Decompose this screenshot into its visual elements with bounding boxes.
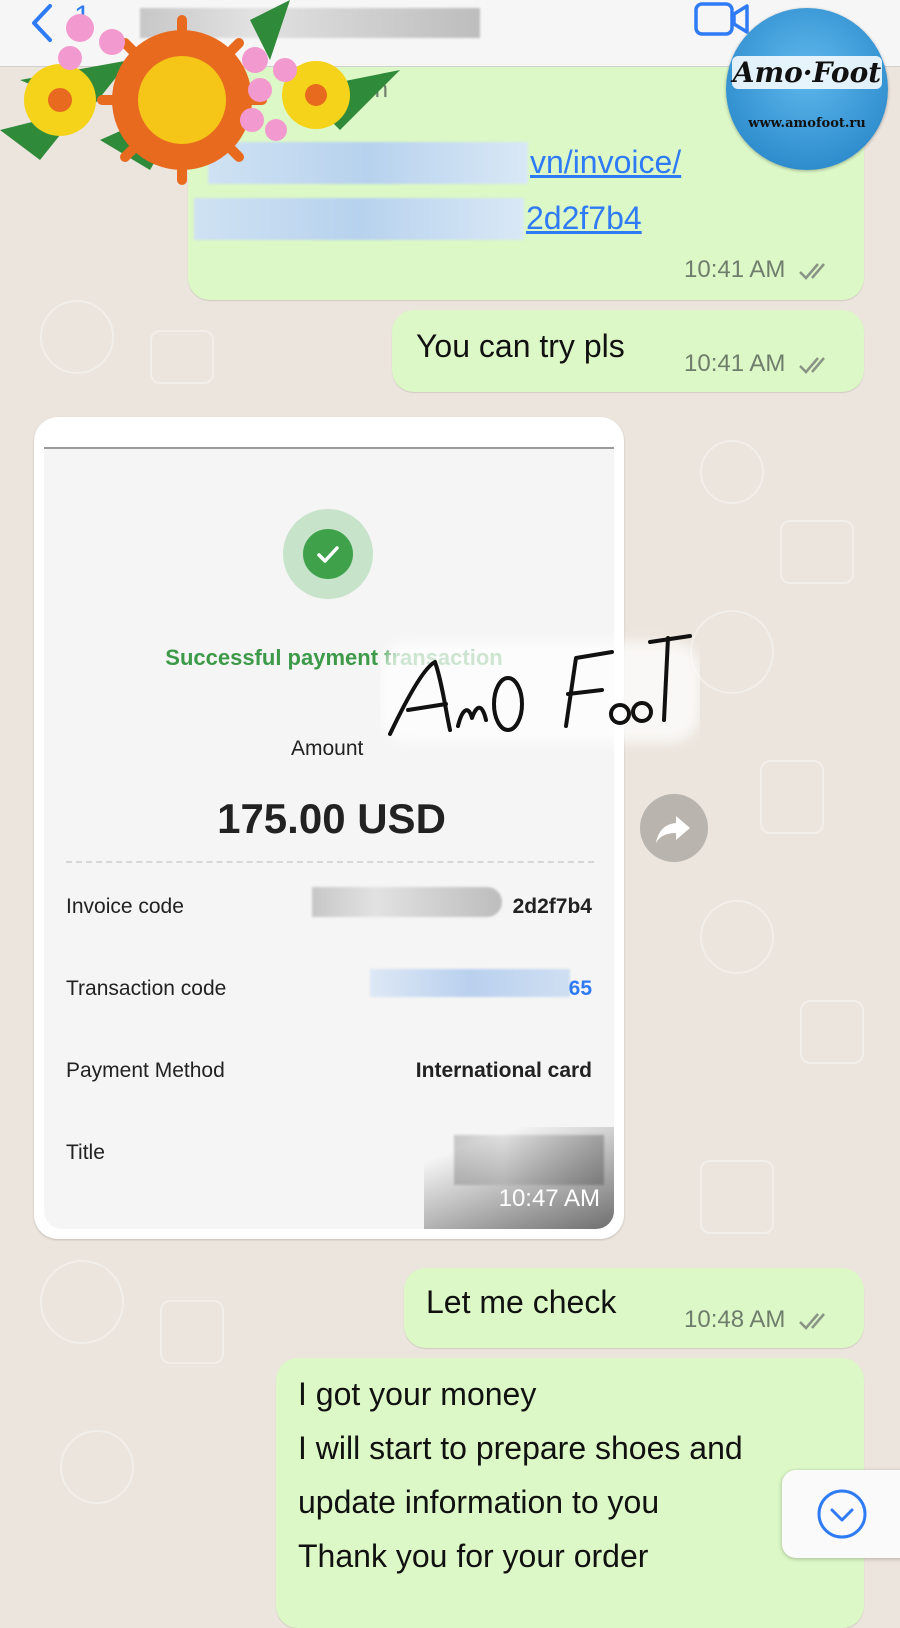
- message-bubble[interactable]: You can try pls 10:41 AM: [392, 310, 864, 392]
- payment-method-label: Payment Method: [66, 1059, 225, 1082]
- invoice-link-line-2[interactable]: 2d2f7b4: [526, 200, 642, 237]
- double-check-icon: [799, 356, 826, 374]
- message-time: 10:47 AM: [498, 1185, 600, 1212]
- message-meta: 10:41 AM: [684, 256, 832, 284]
- logo-title: Amo·Foot: [732, 56, 882, 89]
- success-badge: [283, 509, 373, 599]
- invoice-code-redacted: [312, 887, 502, 917]
- message-time: 10:48 AM: [684, 1306, 786, 1333]
- message-meta: 10:41 AM: [684, 350, 832, 378]
- chevron-down-icon: [817, 1489, 867, 1539]
- title-label: Title: [66, 1141, 105, 1164]
- link-redacted-part: [194, 198, 524, 240]
- invoice-code-value: 2d2f7b4: [512, 895, 592, 918]
- divider: [44, 447, 614, 449]
- image-shade: [424, 1127, 614, 1229]
- message-bubble[interactable]: Let me check 10:48 AM: [404, 1268, 864, 1348]
- transaction-code-redacted: [370, 969, 570, 997]
- double-check-icon: [799, 262, 826, 280]
- forward-button[interactable]: [640, 794, 708, 862]
- double-check-icon: [799, 1312, 826, 1330]
- image-message-bubble[interactable]: Successful payment transaction Amount 17…: [34, 417, 624, 1239]
- message-meta: 10:48 AM: [684, 1306, 832, 1334]
- message-line: update information to you: [298, 1484, 660, 1520]
- message-time: 10:41 AM: [684, 350, 786, 377]
- brand-logo: Amo·Foot www.amofoot.ru: [726, 8, 888, 170]
- video-call-icon[interactable]: [694, 0, 750, 40]
- message-line: I will start to prepare shoes and: [298, 1430, 743, 1466]
- amount-label: Amount: [291, 737, 364, 760]
- logo-url: www.amofoot.ru: [748, 116, 866, 131]
- transaction-code-label: Transaction code: [66, 977, 227, 1000]
- amount-value: 175.00 USD: [217, 795, 446, 842]
- check-icon: [317, 546, 339, 563]
- receipt-screenshot[interactable]: Successful payment transaction Amount 17…: [44, 447, 614, 1229]
- signature-watermark: [380, 634, 700, 742]
- message-time: 10:41 AM: [684, 256, 786, 283]
- message-text: Let me check: [426, 1284, 617, 1320]
- message-line: I got your money: [298, 1376, 537, 1412]
- invoice-link-line-1[interactable]: vn/invoice/: [530, 144, 681, 181]
- forward-icon: [656, 816, 690, 843]
- transaction-code-value: 65: [568, 977, 592, 1000]
- payment-method-value: International card: [415, 1059, 592, 1082]
- message-text: You can try pls: [416, 328, 625, 364]
- invoice-code-label: Invoice code: [66, 895, 184, 918]
- message-bubble[interactable]: I got your money I will start to prepare…: [276, 1358, 864, 1628]
- message-line: Thank you for your order: [298, 1538, 649, 1574]
- scroll-to-bottom-button[interactable]: [782, 1470, 900, 1558]
- dashed-divider: [66, 861, 594, 863]
- flower-sticker: [0, 0, 400, 185]
